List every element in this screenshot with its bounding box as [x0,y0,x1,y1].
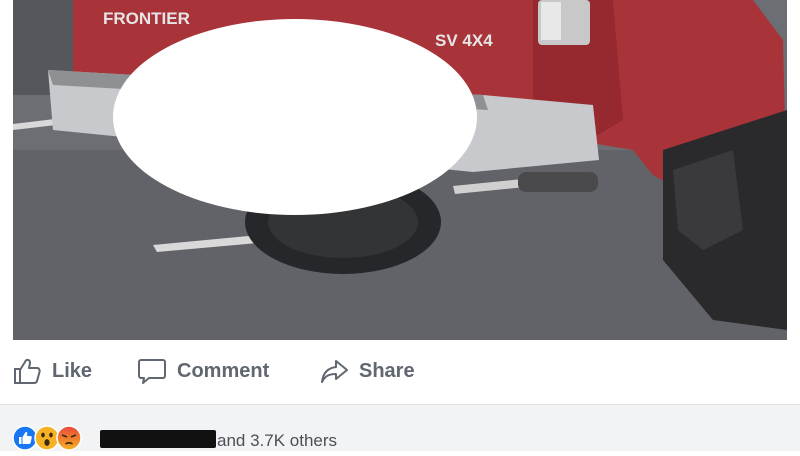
reaction-count-text[interactable]: and 3.7K others [217,431,337,451]
share-label: Share [359,359,415,382]
redacted-names [100,430,216,448]
post-action-bar: Like Comment Share [0,340,800,404]
comment-bubble-icon [137,356,167,386]
comment-button[interactable]: Comment [137,354,269,388]
truck-photo: FRONTIER SV 4X4 [13,0,787,340]
comment-label: Comment [177,359,270,382]
post-photo[interactable]: FRONTIER SV 4X4 [13,0,787,340]
share-button[interactable]: Share [319,354,415,388]
like-button[interactable]: Like [12,354,92,388]
reactions-summary: and 3.7K others [0,404,800,451]
share-arrow-icon [319,356,349,386]
angry-reaction-icon [56,425,82,456]
like-label: Like [52,359,93,382]
redaction-ellipse [113,19,477,215]
frontier-badge: FRONTIER [103,9,190,28]
thumbs-up-icon [12,356,42,386]
trim-badge: SV 4X4 [435,31,493,50]
